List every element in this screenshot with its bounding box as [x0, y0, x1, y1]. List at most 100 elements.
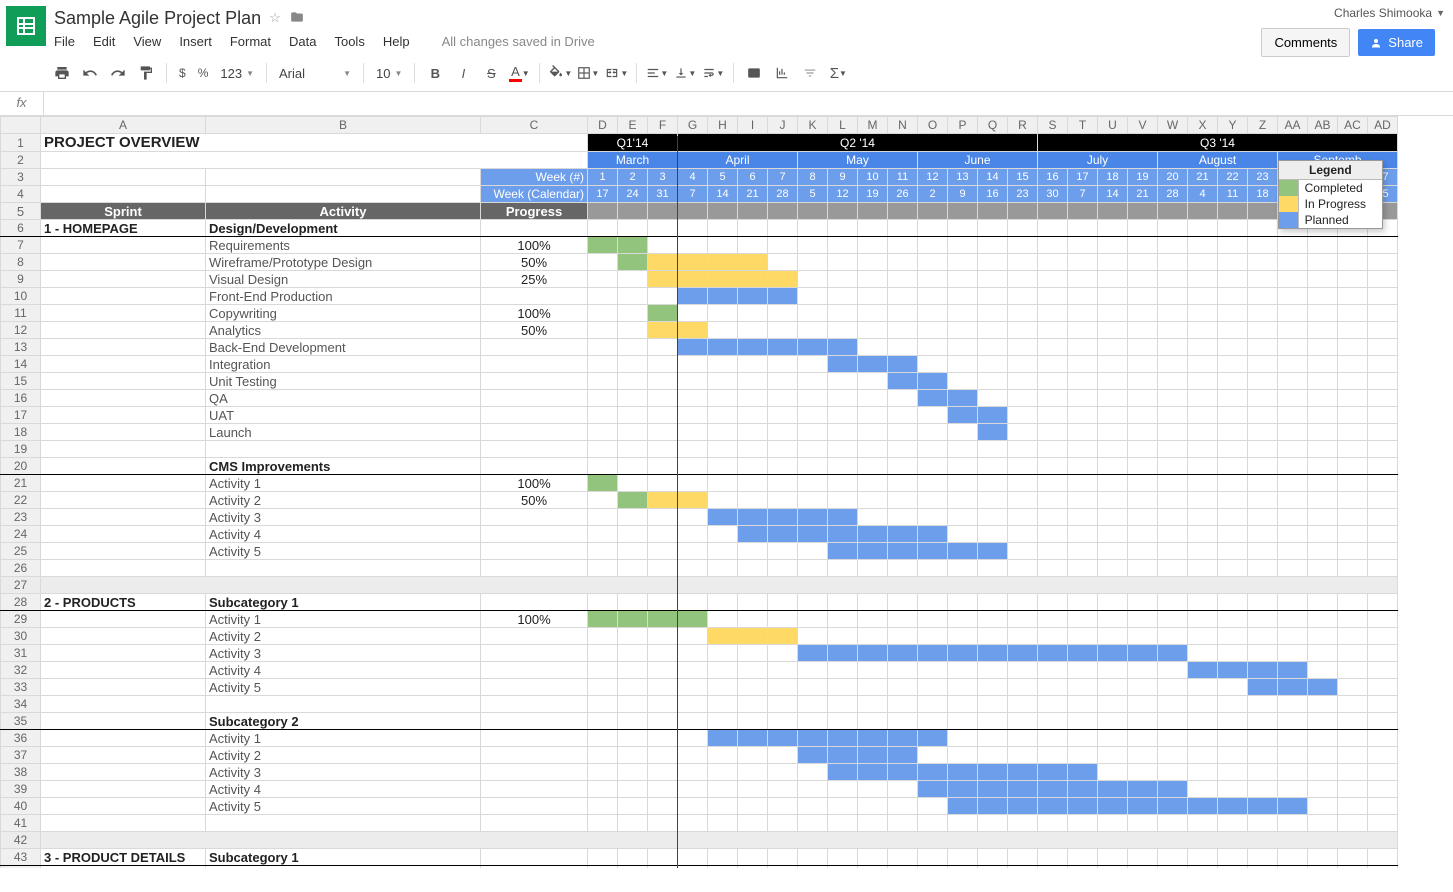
gantt-cell[interactable] — [588, 747, 618, 764]
week-calendar-cell[interactable]: 24 — [618, 186, 648, 203]
week-calendar-cell[interactable]: 21 — [738, 186, 768, 203]
gantt-cell[interactable] — [1188, 492, 1218, 509]
gantt-cell[interactable] — [888, 679, 918, 696]
month-cell[interactable]: August — [1158, 152, 1278, 169]
activity-cell[interactable]: Activity 1 — [206, 611, 481, 628]
gantt-cell[interactable] — [1068, 611, 1098, 628]
gantt-cell[interactable] — [1338, 458, 1368, 475]
gantt-cell[interactable] — [618, 764, 648, 781]
gantt-cell[interactable] — [1308, 407, 1338, 424]
progress-cell[interactable] — [481, 764, 588, 781]
gantt-cell[interactable] — [648, 322, 678, 339]
week-number-cell[interactable]: 12 — [918, 169, 948, 186]
row-header-14[interactable]: 14 — [1, 356, 41, 373]
gantt-cell[interactable] — [1098, 696, 1128, 713]
gantt-cell[interactable] — [1278, 254, 1308, 271]
gantt-cell[interactable] — [888, 407, 918, 424]
gantt-cell[interactable] — [1158, 254, 1188, 271]
sprint-cell[interactable] — [41, 390, 206, 407]
gantt-cell[interactable] — [1248, 560, 1278, 577]
group-name-cell[interactable]: Design/Development — [206, 220, 481, 237]
gantt-cell[interactable] — [948, 305, 978, 322]
gantt-cell[interactable] — [1278, 475, 1308, 492]
gantt-cell[interactable] — [1278, 441, 1308, 458]
gantt-cell[interactable] — [1248, 543, 1278, 560]
gantt-cell[interactable] — [708, 713, 738, 730]
gantt-cell[interactable] — [618, 662, 648, 679]
gantt-cell[interactable] — [1338, 288, 1368, 305]
gantt-cell[interactable] — [1368, 492, 1398, 509]
col-header-M[interactable]: M — [858, 117, 888, 134]
activity-cell[interactable]: Activity 5 — [206, 679, 481, 696]
gantt-cell[interactable] — [768, 611, 798, 628]
gantt-cell[interactable] — [828, 594, 858, 611]
gantt-cell[interactable] — [1248, 866, 1278, 869]
gantt-cell[interactable] — [1068, 526, 1098, 543]
gantt-cell[interactable] — [708, 747, 738, 764]
gantt-cell[interactable] — [1068, 849, 1098, 866]
folder-icon[interactable] — [289, 10, 305, 27]
gantt-cell[interactable] — [768, 509, 798, 526]
gantt-cell[interactable] — [738, 441, 768, 458]
fill-color-icon[interactable]: ▼ — [548, 61, 572, 85]
gantt-cell[interactable] — [1248, 373, 1278, 390]
gantt-cell[interactable] — [618, 237, 648, 254]
gantt-cell[interactable] — [1368, 254, 1398, 271]
sprint-cell[interactable] — [41, 407, 206, 424]
gantt-cell[interactable] — [1158, 237, 1188, 254]
sprint-cell[interactable] — [41, 492, 206, 509]
gantt-cell[interactable] — [738, 220, 768, 237]
gantt-cell[interactable] — [1128, 356, 1158, 373]
gantt-cell[interactable] — [858, 254, 888, 271]
gantt-cell[interactable] — [678, 713, 708, 730]
gantt-cell[interactable] — [1098, 339, 1128, 356]
gantt-cell[interactable] — [1368, 764, 1398, 781]
gantt-cell[interactable] — [918, 288, 948, 305]
gantt-cell[interactable] — [1128, 492, 1158, 509]
gantt-cell[interactable] — [948, 339, 978, 356]
gantt-cell[interactable] — [1128, 254, 1158, 271]
gantt-cell[interactable] — [678, 254, 708, 271]
gantt-cell[interactable] — [708, 322, 738, 339]
gantt-cell[interactable] — [648, 271, 678, 288]
gantt-cell[interactable] — [1188, 254, 1218, 271]
gantt-cell[interactable] — [1068, 764, 1098, 781]
gantt-cell[interactable] — [828, 866, 858, 869]
gantt-cell[interactable] — [1338, 764, 1368, 781]
gantt-cell[interactable] — [798, 390, 828, 407]
gantt-cell[interactable] — [798, 475, 828, 492]
gantt-cell[interactable] — [858, 730, 888, 747]
sprint-cell[interactable]: 1 - HOMEPAGE — [41, 220, 206, 237]
gantt-cell[interactable] — [588, 424, 618, 441]
gantt-cell[interactable] — [1008, 730, 1038, 747]
text-wrap-icon[interactable]: ▼ — [701, 61, 725, 85]
row-header-36[interactable]: 36 — [1, 730, 41, 747]
gantt-cell[interactable] — [1248, 679, 1278, 696]
gantt-cell[interactable] — [948, 373, 978, 390]
gantt-cell[interactable] — [1038, 730, 1068, 747]
gantt-cell[interactable] — [1098, 798, 1128, 815]
gantt-cell[interactable] — [978, 458, 1008, 475]
gantt-cell[interactable] — [858, 696, 888, 713]
format-number-dropdown[interactable]: 123▼ — [216, 64, 258, 83]
week-number-cell[interactable]: 8 — [798, 169, 828, 186]
activity-cell[interactable]: Activity 4 — [206, 526, 481, 543]
week-number-cell[interactable]: 3 — [648, 169, 678, 186]
user-name[interactable]: Charles Shimooka — [1334, 6, 1432, 20]
gantt-cell[interactable] — [1038, 339, 1068, 356]
row-header-13[interactable]: 13 — [1, 339, 41, 356]
gantt-cell[interactable] — [678, 237, 708, 254]
gantt-cell[interactable] — [1248, 696, 1278, 713]
gantt-cell[interactable] — [1308, 645, 1338, 662]
gantt-cell[interactable] — [1128, 730, 1158, 747]
gantt-cell[interactable] — [948, 866, 978, 869]
week-calendar-cell[interactable]: 11 — [1218, 186, 1248, 203]
col-header-N[interactable]: N — [888, 117, 918, 134]
gantt-cell[interactable] — [1068, 679, 1098, 696]
activity-cell[interactable]: Activity 3 — [206, 645, 481, 662]
gantt-cell[interactable] — [678, 815, 708, 832]
gantt-cell[interactable] — [1368, 288, 1398, 305]
gantt-cell[interactable] — [948, 271, 978, 288]
row-header-20[interactable]: 20 — [1, 458, 41, 475]
gantt-cell[interactable] — [768, 305, 798, 322]
